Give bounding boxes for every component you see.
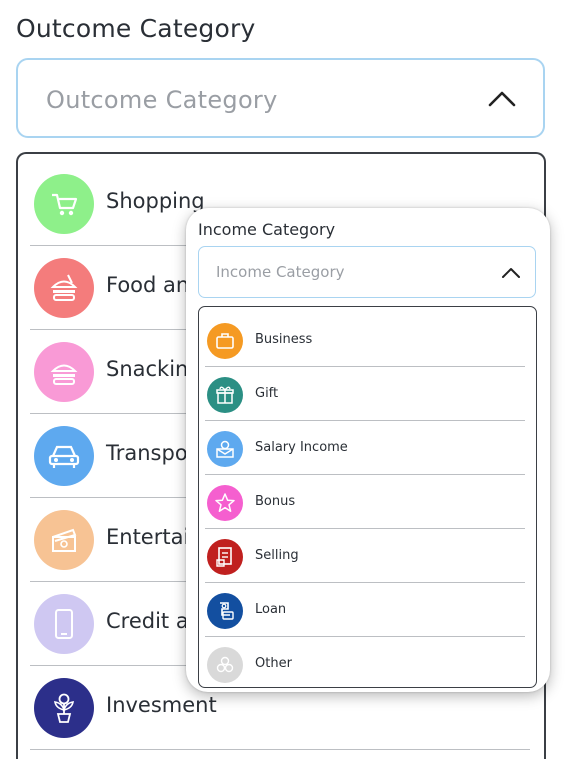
income-item-label: Business [255,332,313,347]
cart-icon [34,174,94,234]
income-item-label: Bonus [255,494,296,509]
money-plant-icon [34,678,94,738]
outcome-category-select[interactable]: Outcome Category [16,58,545,138]
income-item-label: Selling [255,548,299,563]
income-category-popup: Income Category Income Category Business… [186,208,550,692]
income-category-list: Business Gift Salary Income Bonus Sellin [198,306,537,688]
outcome-item-label: Shopping [106,189,205,213]
income-item-loan[interactable]: Loan [205,583,525,637]
income-item-label: Salary Income [255,440,348,455]
chevron-up-icon[interactable] [487,88,517,108]
outcome-item-label: Invesment [106,693,217,717]
other-circles-icon [207,647,243,683]
clapperboard-icon [34,510,94,570]
income-item-label: Other [255,656,292,671]
receipt-icon [207,539,243,575]
income-item-bonus[interactable]: Bonus [205,475,525,529]
income-item-label: Gift [255,386,279,401]
outcome-item-label: Credit ar [106,609,198,633]
car-icon [34,426,94,486]
loan-cash-icon [207,593,243,629]
gift-icon [207,377,243,413]
briefcase-icon [207,323,243,359]
salary-envelope-icon [207,431,243,467]
outcome-item-label: Transpor [106,441,197,465]
income-item-salary[interactable]: Salary Income [205,421,525,475]
chevron-up-icon[interactable] [501,266,521,279]
outcome-category-placeholder: Outcome Category [46,86,278,114]
income-item-label: Loan [255,602,287,617]
income-item-gift[interactable]: Gift [205,367,525,421]
star-icon [207,485,243,521]
income-category-placeholder: Income Category [216,263,345,281]
income-item-selling[interactable]: Selling [205,529,525,583]
income-category-label: Income Category [198,220,336,239]
snack-icon [34,342,94,402]
outcome-item-label: Entertai [106,525,190,549]
income-category-select[interactable]: Income Category [198,246,536,298]
fast-food-icon [34,258,94,318]
income-item-business[interactable]: Business [205,313,525,367]
phone-icon [34,594,94,654]
outcome-category-label: Outcome Category [16,14,256,43]
income-item-other[interactable]: Other [205,637,525,687]
